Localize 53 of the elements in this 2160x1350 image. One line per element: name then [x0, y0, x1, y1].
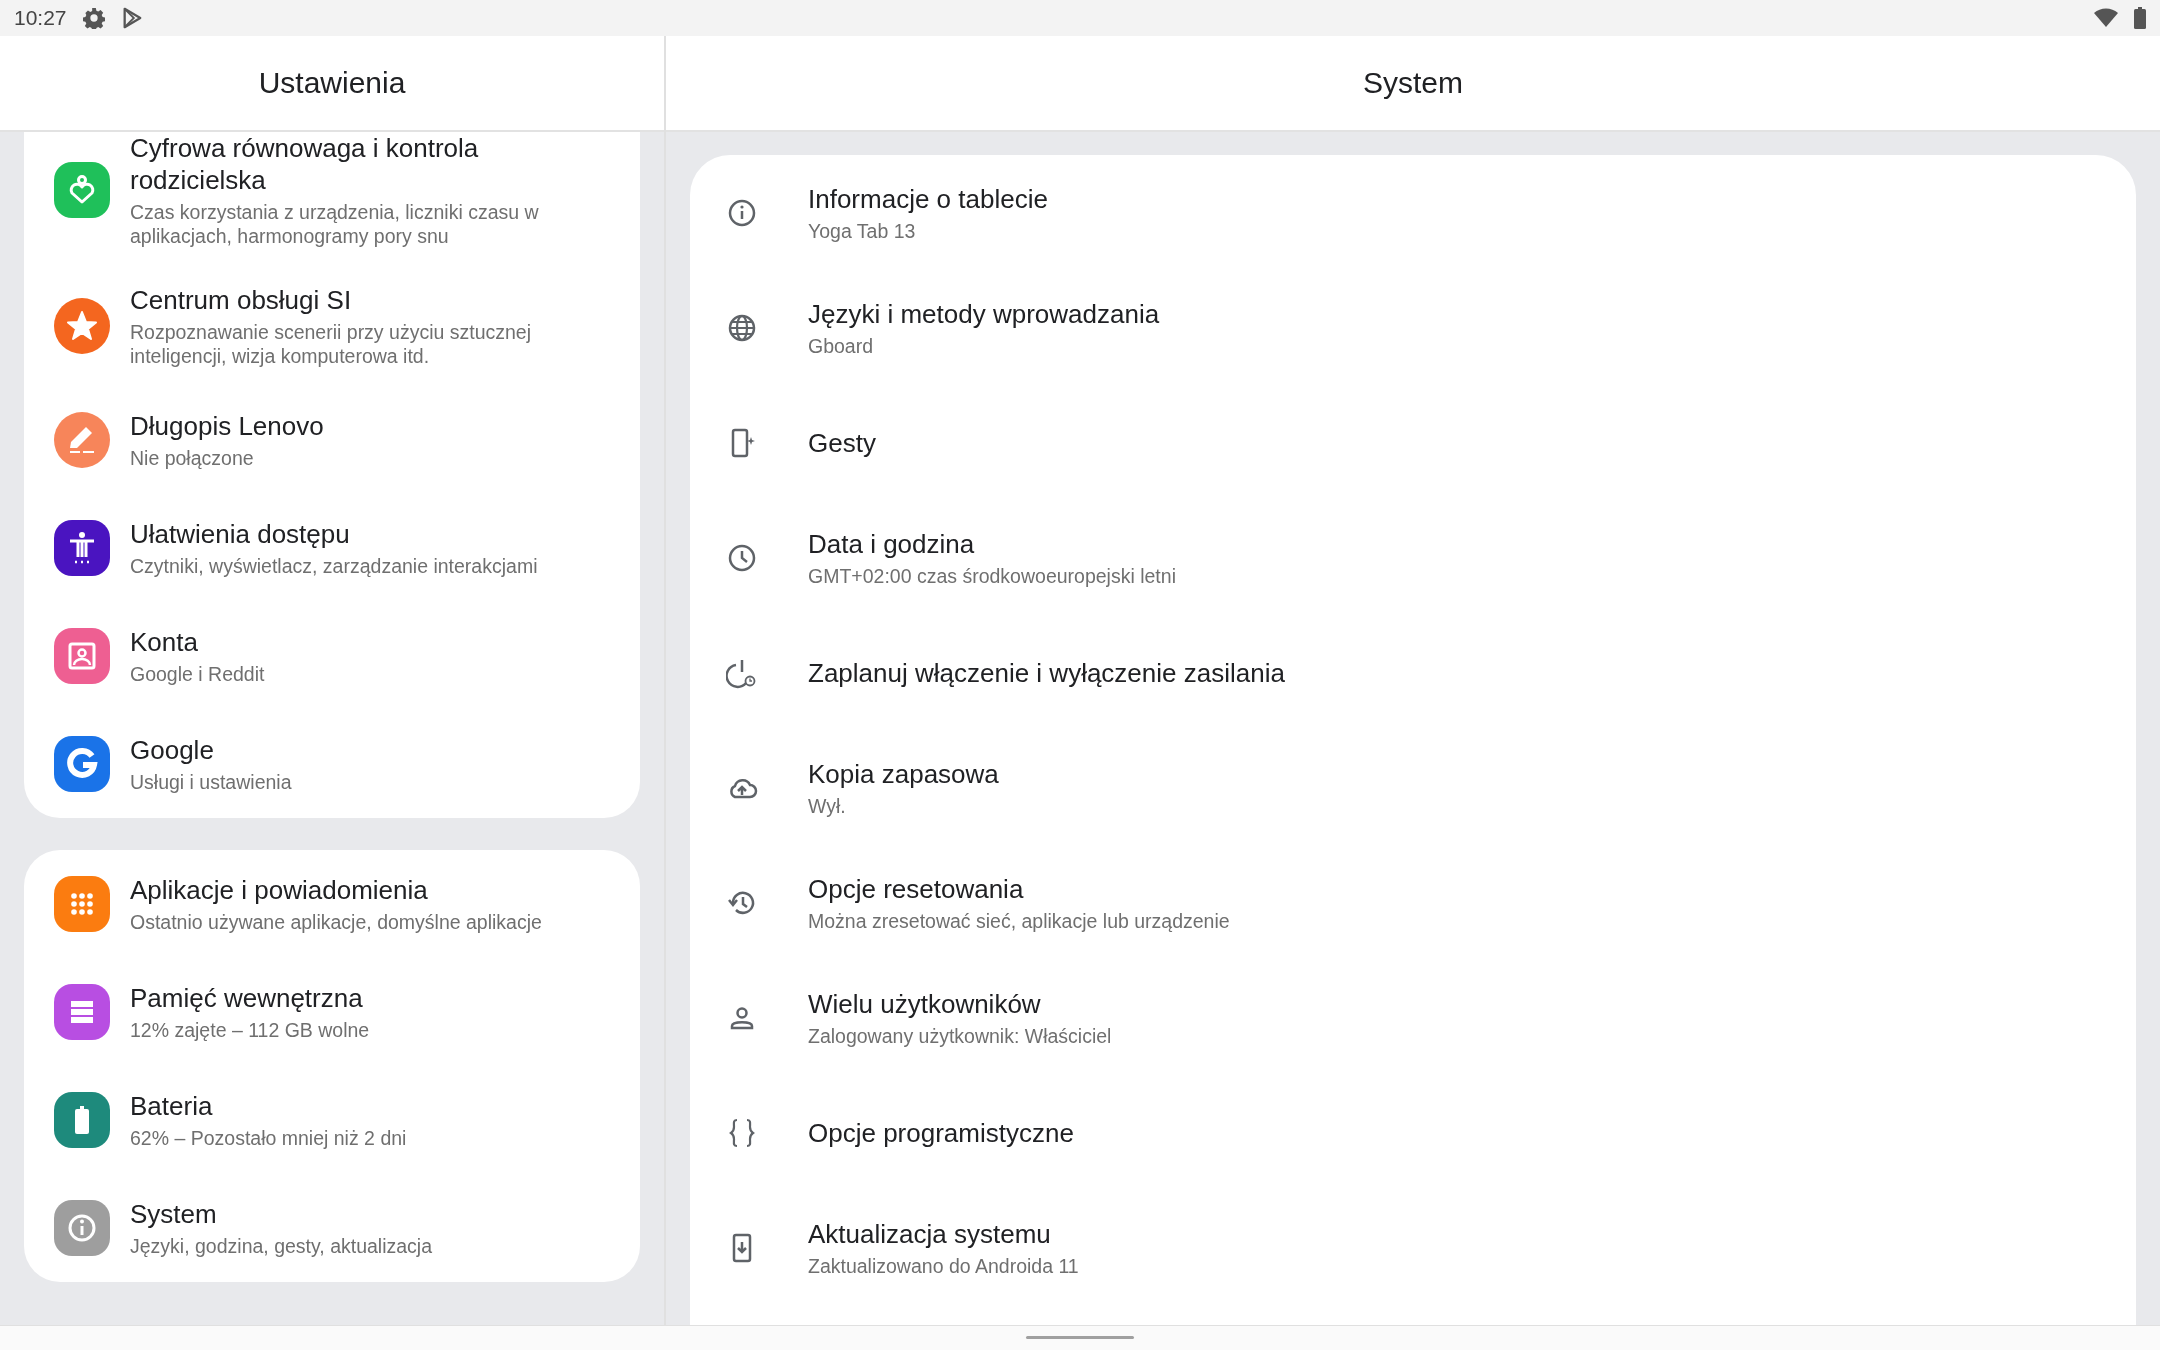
setting-title[interactable]: Opcje programistyczne [808, 1116, 1074, 1149]
setting-summary: GMT+02:00 czas środkowoeuropejski letni [808, 563, 1176, 588]
setting-title[interactable]: Wielu użytkowników [808, 987, 1112, 1020]
gear-icon [82, 7, 105, 29]
accessibility-icon[interactable] [54, 520, 110, 576]
apps-grid-icon[interactable] [54, 876, 110, 932]
account-icon[interactable] [54, 628, 110, 684]
setting-summary: Usługi i ustawienia [130, 770, 292, 794]
setting-summary: Czytniki, wyświetlacz, zarządzanie interakcjami [130, 554, 538, 578]
pane-title: System [1363, 66, 1463, 100]
setting-summary: Ostatnio używane aplikacje, domyślne aplikacje [130, 910, 542, 934]
gesture-handle[interactable] [1026, 1336, 1134, 1339]
info-icon[interactable] [54, 1200, 110, 1256]
setting-summary: Rozpoznawanie scenerii przy użyciu sztucznej inteligencji, wizja komputerowa itd. [130, 320, 533, 368]
setting-summary: Gboard [808, 333, 875, 358]
setting-title[interactable]: Informacje o tablecie [808, 182, 1048, 215]
setting-title[interactable]: Pamięć wewnętrzna [130, 982, 370, 1014]
setting-title[interactable]: Ułatwienia dostępu [130, 518, 538, 550]
heart-person-icon[interactable] [54, 162, 110, 218]
setting-title[interactable]: System [130, 1198, 433, 1230]
setting-summary: Języki, godzina, gesty, aktualizacja [130, 1234, 433, 1258]
pane-title: Ustawienia [258, 66, 406, 100]
setting-title[interactable]: Data i godzina [808, 527, 1176, 560]
setting-summary: 62% – Pozostało mniej niż 2 dni [130, 1126, 407, 1150]
setting-title[interactable]: Długopis Lenovo [130, 410, 324, 442]
setting-summary: Wył. [808, 793, 847, 818]
setting-title[interactable]: Aplikacje i powiadomienia [130, 874, 542, 906]
setting-title[interactable]: Centrum obsługi SI [130, 284, 610, 316]
setting-title[interactable]: Google [130, 734, 292, 766]
setting-summary: Czas korzystania z urządzenia, liczniki czasu w aplikacjach, harmonogramy pory snu [130, 200, 540, 248]
setting-title[interactable]: Kopia zapasowa [808, 757, 999, 790]
setting-title[interactable]: Konta [130, 626, 265, 658]
setting-summary: Zalogowany użytkownik: Właściciel [808, 1023, 1112, 1048]
setting-title[interactable]: Zaplanuj włączenie i wyłączenie zasilania [808, 656, 1285, 689]
setting-title[interactable]: Bateria [130, 1090, 407, 1122]
setting-title[interactable]: Języki i metody wprowadzania [808, 297, 1160, 330]
battery-icon [2134, 7, 2146, 29]
wifi-icon [2094, 8, 2118, 28]
setting-title[interactable]: Gesty [808, 426, 876, 459]
setting-title[interactable]: Cyfrowa równowaga i kontrola rodzicielska [130, 132, 610, 196]
setting-title[interactable]: Opcje resetowania [808, 872, 1230, 905]
setting-summary: Nie połączone [130, 446, 255, 470]
setting-summary: 12% zajęte – 112 GB wolne [130, 1018, 370, 1042]
setting-summary: Yoga Tab 13 [808, 218, 917, 243]
pencil-icon[interactable] [54, 412, 110, 468]
storage-icon[interactable] [54, 984, 110, 1040]
setting-title[interactable]: Aktualizacja systemu [808, 1217, 1079, 1250]
setting-summary: Można zresetować sieć, aplikacje lub urządzenie [808, 908, 1230, 933]
setting-summary: Zaktualizowano do Androida 11 [808, 1253, 1079, 1278]
battery-icon[interactable] [54, 1092, 110, 1148]
status-time: 10:27 [14, 6, 67, 30]
google-g-icon[interactable] [54, 736, 110, 792]
setting-summary: Google i Reddit [130, 662, 265, 686]
